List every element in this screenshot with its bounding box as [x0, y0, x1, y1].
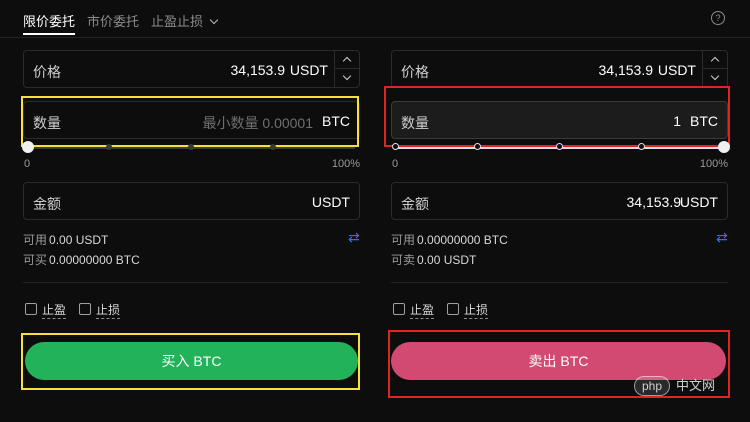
- buy-price-unit: USDT: [289, 62, 328, 78]
- buy-amount-slider[interactable]: [22, 141, 355, 155]
- sell-price-field[interactable]: 价格 34,153.9 USDT: [391, 50, 728, 88]
- sell-slider-step-dot[interactable]: [474, 143, 481, 150]
- sell-panel: 价格 34,153.9 USDT 数量 1 BTC 0 100% 金额 34,1…: [384, 0, 730, 422]
- sell-max-label: 可卖: [391, 253, 416, 267]
- sell-max-value: 0.00 USDT: [417, 253, 477, 267]
- sell-price-label: 价格: [401, 64, 429, 80]
- sell-quantity-label: 数量: [401, 115, 429, 131]
- sell-price-unit: USDT: [657, 62, 696, 78]
- checkbox-box: [393, 303, 405, 315]
- sell-stop-loss-checkbox[interactable]: 止损: [447, 301, 489, 319]
- buy-price-field[interactable]: 价格 34,153.9 USDT: [23, 50, 360, 88]
- checkbox-box: [447, 303, 459, 315]
- buy-amount-field[interactable]: 金额 USDT: [23, 182, 360, 220]
- watermark-text: 中文网: [676, 378, 716, 393]
- sell-price-stepper: [702, 51, 727, 87]
- buy-quantity-field[interactable]: 数量 最小数量 0.00001 BTC: [23, 101, 360, 139]
- buy-price-label: 价格: [33, 64, 61, 80]
- buy-slider-min-label: 0: [24, 158, 31, 170]
- buy-max-row: 可买 0.00000000 BTC: [23, 251, 140, 268]
- watermark-badge: php: [634, 376, 671, 396]
- chevron-up-icon: [342, 56, 352, 66]
- checkbox-box: [25, 303, 37, 315]
- sell-slider-step-dot[interactable]: [556, 143, 563, 150]
- buy-slider-step-dot[interactable]: [270, 144, 276, 150]
- sell-slider-min-label: 0: [392, 158, 399, 170]
- buy-price-decrement-button[interactable]: [335, 69, 359, 87]
- sell-take-profit-label: 止盈: [410, 303, 435, 319]
- buy-available-row: 可用 0.00 USDT: [23, 231, 108, 248]
- sell-available-label: 可用: [391, 233, 416, 247]
- sell-slider-handle[interactable]: [718, 141, 730, 153]
- checkbox-box: [79, 303, 91, 315]
- sell-slider-step-dot[interactable]: [392, 143, 399, 150]
- sell-available-row: 可用 0.00000000 BTC: [391, 231, 508, 248]
- buy-max-label: 可买: [23, 253, 48, 267]
- chevron-down-icon: [710, 71, 720, 81]
- sell-amount-slider[interactable]: [392, 141, 730, 155]
- sell-take-profit-checkbox[interactable]: 止盈: [393, 301, 435, 319]
- sell-price-value: 34,153.9: [598, 62, 654, 78]
- sell-slider-step-dot[interactable]: [638, 143, 645, 150]
- buy-quantity-unit: BTC: [322, 113, 350, 129]
- buy-slider-step-dot[interactable]: [106, 144, 112, 150]
- swap-icon[interactable]: ⇄: [348, 229, 360, 246]
- sell-slider-max-label: 100%: [699, 158, 728, 170]
- buy-price-value: 34,153.9: [230, 62, 286, 78]
- sell-quantity-unit: BTC: [690, 113, 718, 129]
- chevron-down-icon: [342, 71, 352, 81]
- sell-price-increment-button[interactable]: [703, 51, 727, 69]
- sell-section-divider: [391, 282, 728, 283]
- buy-available-value: 0.00 USDT: [49, 233, 109, 247]
- buy-section-divider: [23, 282, 360, 283]
- watermark: php 中文网: [634, 375, 715, 396]
- buy-btc-button[interactable]: 买入 BTC: [25, 342, 358, 380]
- buy-take-profit-label: 止盈: [42, 303, 67, 319]
- buy-price-increment-button[interactable]: [335, 51, 359, 69]
- buy-amount-unit: USDT: [311, 194, 350, 210]
- buy-quantity-label: 数量: [33, 115, 61, 131]
- buy-slider-step-dot[interactable]: [188, 144, 194, 150]
- swap-icon[interactable]: ⇄: [716, 229, 728, 246]
- chevron-up-icon: [710, 56, 720, 66]
- sell-amount-unit: USDT: [679, 194, 718, 210]
- sell-max-row: 可卖 0.00 USDT: [391, 251, 476, 268]
- sell-amount-field[interactable]: 金额 34,153.9 USDT: [391, 182, 728, 220]
- buy-amount-label: 金额: [33, 196, 61, 212]
- sell-available-value: 0.00000000 BTC: [417, 233, 508, 247]
- buy-price-stepper: [334, 51, 359, 87]
- sell-quantity-field[interactable]: 数量 1 BTC: [391, 101, 728, 139]
- buy-slider-max-label: 100%: [331, 158, 360, 170]
- buy-available-label: 可用: [23, 233, 48, 247]
- buy-take-profit-checkbox[interactable]: 止盈: [25, 301, 67, 319]
- buy-stop-loss-label: 止损: [96, 303, 121, 319]
- buy-max-value: 0.00000000 BTC: [49, 253, 140, 267]
- sell-amount-label: 金额: [401, 196, 429, 212]
- buy-stop-loss-checkbox[interactable]: 止损: [79, 301, 121, 319]
- sell-stop-loss-label: 止损: [464, 303, 489, 319]
- sell-amount-value: 34,153.9: [626, 194, 682, 210]
- sell-price-decrement-button[interactable]: [703, 69, 727, 87]
- buy-quantity-placeholder: 最小数量 0.00001: [202, 115, 314, 131]
- sell-quantity-value: 1: [673, 113, 681, 129]
- buy-panel: 价格 34,153.9 USDT 数量 最小数量 0.00001 BTC 0 1…: [21, 0, 360, 422]
- buy-slider-handle[interactable]: [22, 141, 34, 153]
